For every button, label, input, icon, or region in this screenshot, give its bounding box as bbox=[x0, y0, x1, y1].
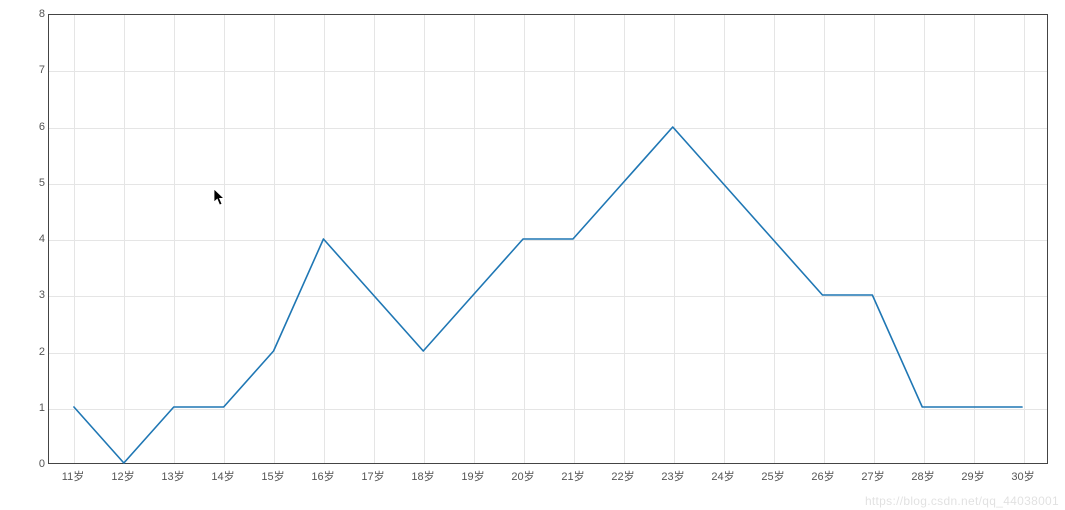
x-tick-label: 24岁 bbox=[711, 468, 734, 484]
watermark: https://blog.csdn.net/qq_44038001 bbox=[865, 494, 1059, 508]
x-tick-label: 19岁 bbox=[461, 468, 484, 484]
x-tick-label: 17岁 bbox=[361, 468, 384, 484]
x-tick-label: 16岁 bbox=[311, 468, 334, 484]
line-series-svg bbox=[49, 15, 1047, 463]
x-tick-label: 12岁 bbox=[111, 468, 134, 484]
x-tick-label: 18岁 bbox=[411, 468, 434, 484]
x-tick-label: 14岁 bbox=[211, 468, 234, 484]
y-tick-label: 6 bbox=[15, 121, 45, 133]
watermark-text: https://blog.csdn.net/qq_44038001 bbox=[865, 494, 1059, 508]
x-tick-label: 25岁 bbox=[761, 468, 784, 484]
x-tick-label: 13岁 bbox=[161, 468, 184, 484]
x-tick-label: 30岁 bbox=[1011, 468, 1034, 484]
y-tick-label: 2 bbox=[15, 346, 45, 358]
y-tick-label: 8 bbox=[15, 8, 45, 20]
x-tick-label: 23岁 bbox=[661, 468, 684, 484]
x-tick-label: 20岁 bbox=[511, 468, 534, 484]
x-tick-label: 29岁 bbox=[961, 468, 984, 484]
x-tick-label: 21岁 bbox=[561, 468, 584, 484]
x-tick-label: 28岁 bbox=[911, 468, 934, 484]
x-tick-label: 27岁 bbox=[861, 468, 884, 484]
line-series bbox=[74, 127, 1022, 463]
x-tick-label: 26岁 bbox=[811, 468, 834, 484]
y-tick-label: 0 bbox=[15, 458, 45, 470]
figure: 0 1 2 3 4 5 6 7 8 11岁 12岁 13岁 14岁 15岁 16岁 17岁 18岁 19岁 20岁… bbox=[8, 4, 1057, 494]
x-tick-label: 22岁 bbox=[611, 468, 634, 484]
y-tick-label: 5 bbox=[15, 177, 45, 189]
x-tick-label: 15岁 bbox=[261, 468, 284, 484]
plot-area bbox=[48, 14, 1048, 464]
y-tick-label: 7 bbox=[15, 64, 45, 76]
y-tick-label: 3 bbox=[15, 289, 45, 301]
y-tick-label: 4 bbox=[15, 233, 45, 245]
y-tick-label: 1 bbox=[15, 402, 45, 414]
x-tick-label: 11岁 bbox=[62, 468, 84, 484]
